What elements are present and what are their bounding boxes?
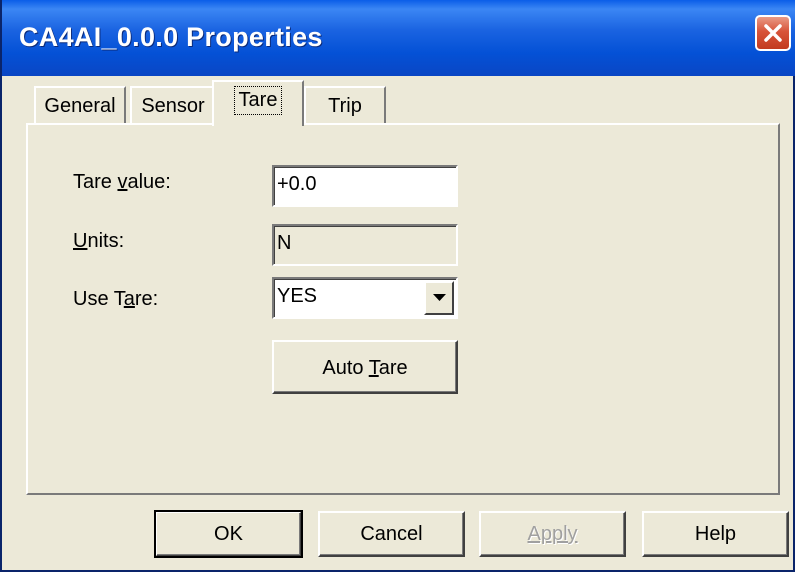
ok-button[interactable]: OK	[154, 510, 303, 558]
tab-sensor-label: Sensor	[141, 95, 205, 117]
tare-tab-panel: Tare value: +0.0 Units: N Use Tare: YES …	[26, 123, 780, 495]
tab-trip[interactable]: Trip	[304, 86, 386, 124]
title-bar[interactable]: CA4AI_0.0.0 Properties	[2, 0, 795, 76]
apply-button[interactable]: Apply	[479, 511, 626, 557]
tab-tare-label: Tare	[233, 86, 283, 115]
use-tare-value: YES	[277, 285, 318, 307]
auto-tare-button[interactable]: Auto Tare	[272, 340, 458, 394]
window-title: CA4AI_0.0.0 Properties	[19, 22, 323, 52]
close-button[interactable]	[755, 15, 791, 51]
tare-value-text: +0.0	[277, 173, 317, 195]
tare-value-label: Tare value:	[73, 171, 171, 193]
cancel-button[interactable]: Cancel	[318, 511, 465, 557]
properties-dialog: CA4AI_0.0.0 Properties General Sensor Ta…	[0, 0, 795, 572]
use-tare-dropdown-button[interactable]	[424, 281, 454, 315]
chevron-down-icon	[433, 294, 446, 301]
tab-general-label: General	[44, 95, 116, 117]
apply-label: Apply	[527, 523, 578, 545]
units-field: N	[272, 224, 458, 266]
tab-general[interactable]: General	[34, 86, 126, 124]
units-value: N	[277, 232, 292, 254]
help-button[interactable]: Help	[642, 511, 789, 557]
units-label: Units:	[73, 230, 125, 252]
tab-trip-label: Trip	[328, 95, 362, 117]
close-icon	[764, 24, 782, 42]
tare-value-input[interactable]: +0.0	[272, 165, 458, 207]
tab-sensor[interactable]: Sensor	[130, 86, 216, 124]
tab-tare[interactable]: Tare	[212, 80, 304, 126]
use-tare-select[interactable]: YES	[272, 277, 458, 319]
use-tare-label: Use Tare:	[73, 288, 159, 310]
